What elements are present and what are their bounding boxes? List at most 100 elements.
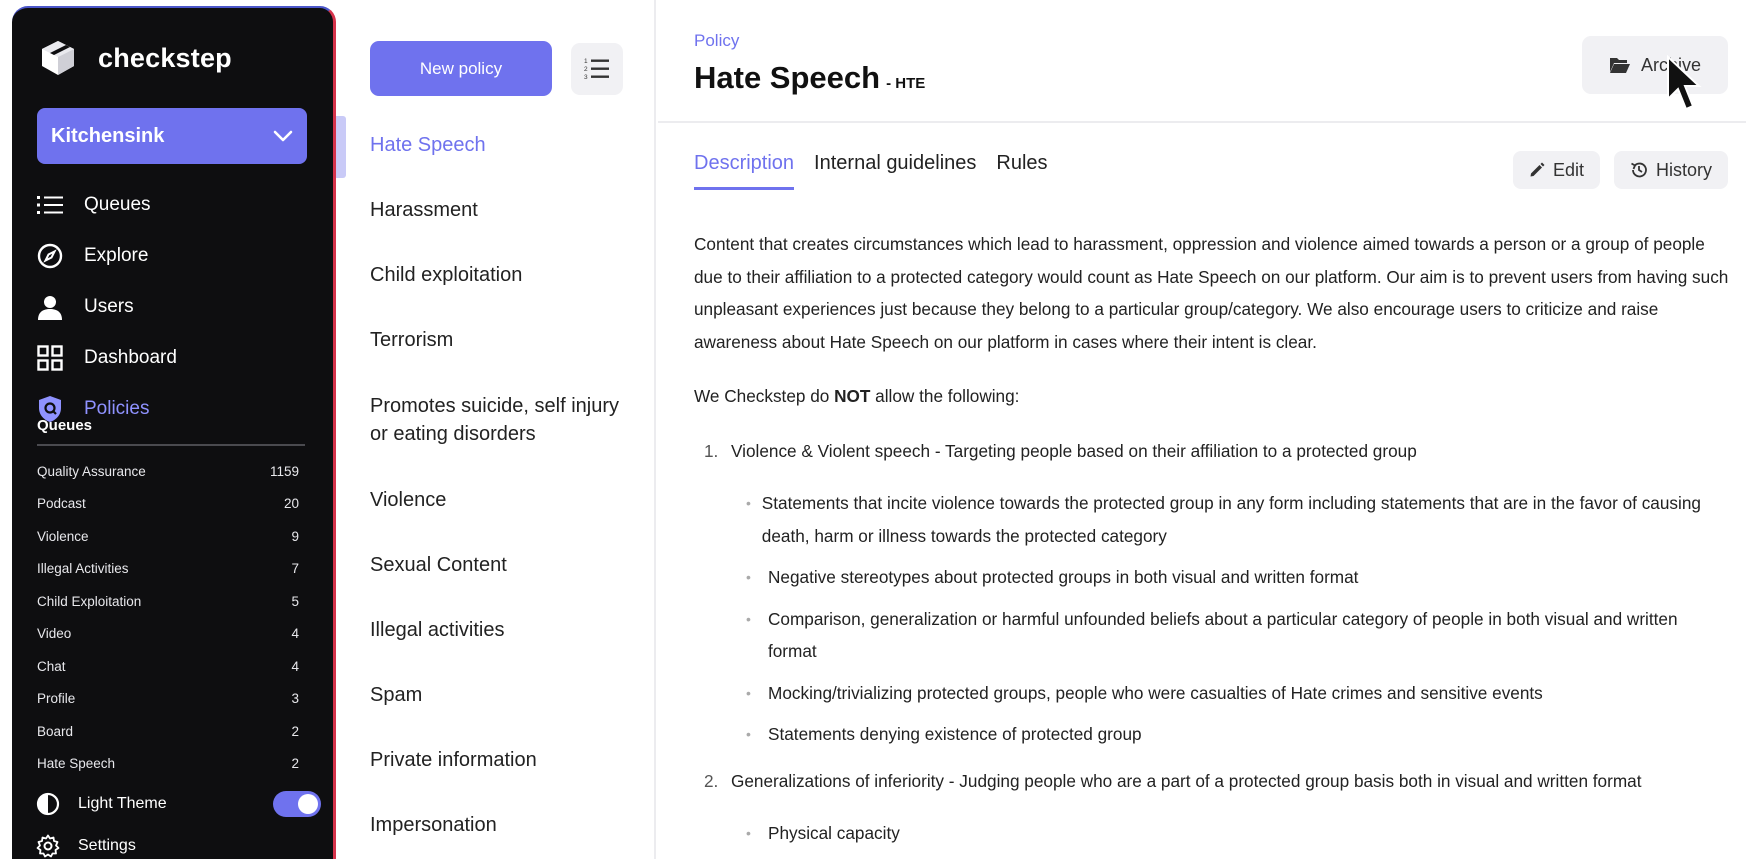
- bullet-text: Negative stereotypes about protected gro…: [768, 567, 1359, 587]
- edit-button[interactable]: Edit: [1512, 151, 1600, 189]
- checkstep-logo-icon: [42, 41, 74, 75]
- policy-list-item[interactable]: Promotes suicide, self injury or eating …: [336, 372, 656, 467]
- queue-item[interactable]: Chat 4: [37, 650, 307, 683]
- rule-bullet: • Statements that incite violence towards…: [746, 487, 1730, 552]
- queue-count: 20: [283, 496, 299, 512]
- queue-name: Podcast: [37, 496, 86, 512]
- nav-item-queues[interactable]: Queues: [36, 179, 316, 230]
- policy-code: - HTE: [886, 75, 926, 92]
- main-nav: Queues Explore Users Dashboard Policies: [36, 179, 316, 434]
- nav-item-users[interactable]: Users: [36, 281, 316, 332]
- bullet-text: Statements denying existence of protecte…: [768, 724, 1142, 744]
- policy-list-item[interactable]: Illegal activities: [336, 597, 656, 662]
- rule-bullet: • Negative stereotypes about protected gr…: [746, 561, 1730, 594]
- brand-name: checkstep: [98, 42, 232, 73]
- policy-tabs: Description Internal guidelines Rules: [694, 152, 1048, 190]
- policy-list-item[interactable]: Harassment: [336, 177, 656, 242]
- rule-bullet: • Statements denying existence of protect…: [746, 718, 1730, 751]
- policy-list-item[interactable]: Terrorism: [336, 307, 656, 372]
- queue-name: Violence: [37, 528, 89, 544]
- policy-list-item[interactable]: Impersonation: [336, 792, 656, 857]
- policy-list-item[interactable]: Sexual Content: [336, 532, 656, 597]
- tab-internal-guidelines[interactable]: Internal guidelines: [814, 152, 976, 190]
- brand[interactable]: checkstep: [38, 38, 232, 78]
- policy-list-panel: New policy 123 Hate Speech Harassment Chil…: [336, 0, 656, 859]
- queue-item[interactable]: Board 2: [37, 715, 307, 748]
- queues-section-title: Queues: [37, 417, 93, 434]
- nav-item-explore[interactable]: Explore: [36, 230, 316, 281]
- pencil-icon: [1530, 162, 1545, 177]
- svg-text:3: 3: [584, 74, 588, 81]
- rule-bullets: • Physical capacity: [746, 817, 1730, 850]
- bullet-dot-icon: •: [746, 569, 751, 585]
- description-content: Content that creates circumstances which…: [694, 228, 1730, 859]
- theme-toggle-row[interactable]: Light Theme: [36, 783, 321, 825]
- queue-count: 4: [291, 626, 299, 642]
- tab-description[interactable]: Description: [694, 152, 795, 190]
- queue-item[interactable]: Profile 3: [37, 683, 307, 716]
- ordered-list-icon: 123: [584, 58, 609, 81]
- list-icon: [36, 191, 64, 219]
- folder-open-icon: [1609, 58, 1630, 73]
- rule-item: 1. Violence & Violent speech - Targeting …: [694, 435, 1730, 468]
- app-window: checkstep Kitchensink Queues Explore Use…: [0, 0, 1746, 859]
- theme-toggle[interactable]: [273, 791, 321, 817]
- policy-list-item[interactable]: Hate Speech: [336, 112, 656, 178]
- queue-item[interactable]: Child Exploitation 5: [37, 585, 307, 618]
- contrast-icon: [36, 792, 60, 816]
- not-allowed-heading: We Checkstep do NOT allow the following:: [694, 380, 1730, 413]
- rule-number: 1.: [704, 440, 719, 461]
- not-allowed-bold: NOT: [834, 386, 871, 406]
- bullet-text: Physical capacity: [768, 823, 900, 843]
- nav-label-users: Users: [84, 295, 134, 317]
- queue-item[interactable]: Violence 9: [37, 520, 307, 553]
- queue-list: Quality Assurance 1159 Podcast 20 Violence 9 I…: [37, 455, 307, 780]
- workspace-name: Kitchensink: [51, 124, 165, 147]
- theme-label: Light Theme: [78, 795, 167, 812]
- history-button[interactable]: History: [1613, 151, 1728, 189]
- policy-list-item[interactable]: Private information: [336, 727, 656, 792]
- edit-label: Edit: [1552, 159, 1584, 180]
- bullet-text: Mocking/trivializing protected groups, p…: [768, 682, 1543, 703]
- tab-rules[interactable]: Rules: [996, 152, 1047, 190]
- nav-label-queues: Queues: [84, 193, 151, 215]
- nav-label-explore: Explore: [84, 244, 149, 266]
- nav-item-dashboard[interactable]: Dashboard: [36, 332, 316, 383]
- policy-list-item[interactable]: Violence: [336, 467, 656, 532]
- queue-name: Illegal Activities: [37, 561, 129, 577]
- policy-list-item[interactable]: Child exploitation: [336, 242, 656, 307]
- queue-item[interactable]: Quality Assurance 1159: [37, 455, 307, 488]
- breadcrumb[interactable]: Policy: [694, 31, 739, 51]
- rule-number: 2.: [704, 770, 719, 791]
- queue-count: 4: [291, 658, 299, 674]
- sidebar: checkstep Kitchensink Queues Explore Use…: [12, 6, 336, 859]
- grid-icon: [36, 344, 64, 372]
- queue-name: Quality Assurance: [37, 463, 146, 479]
- rule-bullets: • Statements that incite violence towards…: [746, 487, 1730, 751]
- not-allowed-suffix: allow the following:: [870, 386, 1020, 406]
- policy-list-item[interactable]: Spam: [336, 662, 656, 727]
- page-title: Hate Speech - HTE: [694, 60, 925, 96]
- header-divider: [658, 121, 1746, 123]
- compass-icon: [36, 242, 64, 270]
- settings-row[interactable]: Settings: [36, 825, 321, 859]
- queue-item[interactable]: Podcast 20: [37, 488, 307, 521]
- policy-detail: Policy Hate Speech - HTE Archive Descript…: [658, 0, 1746, 859]
- queue-count: 5: [291, 593, 299, 609]
- new-policy-button[interactable]: New policy: [370, 41, 552, 96]
- workspace-selector[interactable]: Kitchensink: [37, 108, 307, 164]
- queue-count: 2: [291, 723, 299, 739]
- user-icon: [36, 293, 64, 321]
- bullet-dot-icon: •: [746, 610, 751, 627]
- rule-bullet: • Mocking/trivializing protected groups, …: [746, 677, 1730, 710]
- ordered-list-button[interactable]: 123: [571, 43, 623, 95]
- bullet-dot-icon: •: [746, 726, 751, 742]
- bullet-text: Comparison, generalization or harmful un…: [767, 608, 1678, 662]
- nav-label-dashboard: Dashboard: [84, 346, 177, 368]
- archive-button[interactable]: Archive: [1582, 36, 1728, 94]
- queue-item[interactable]: Video 4: [37, 618, 307, 651]
- not-allowed-prefix: We Checkstep do: [694, 386, 835, 406]
- chevron-down-icon: [273, 130, 293, 142]
- rules-list: 1. Violence & Violent speech - Targeting …: [694, 435, 1730, 850]
- queue-item[interactable]: Illegal Activities 7: [37, 553, 307, 586]
